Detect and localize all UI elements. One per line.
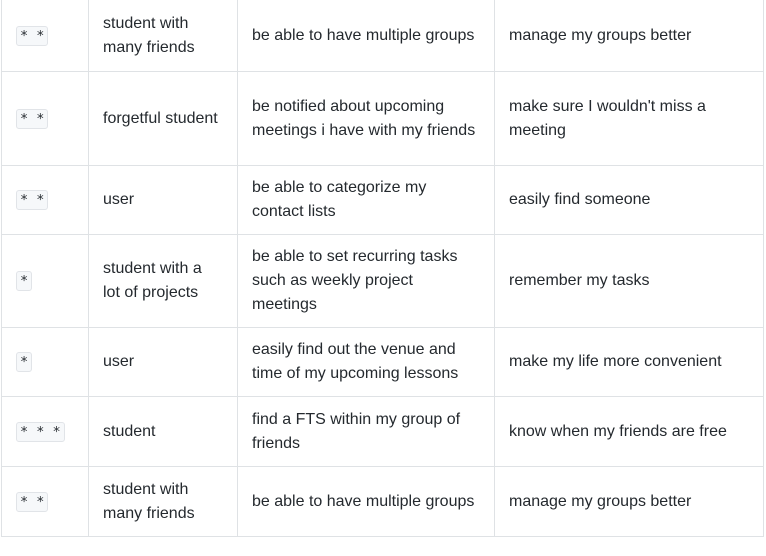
i-want-to-cell: be notified about upcoming meetings i ha… <box>237 71 495 166</box>
table-row: * * student with many friends be able to… <box>1 466 764 537</box>
i-want-to-cell: be able to have multiple groups <box>237 466 495 537</box>
table-row: * * forgetful student be notified about … <box>1 71 764 166</box>
as-a-cell: student with many friends <box>88 466 238 537</box>
i-want-to-cell: easily find out the venue and time of my… <box>237 327 495 397</box>
as-a-cell: user <box>88 327 238 397</box>
i-want-to-cell: be able to have multiple groups <box>237 0 495 72</box>
so-that-cell: make my life more convenient <box>494 327 764 397</box>
i-want-to-cell: be able to categorize my contact lists <box>237 165 495 235</box>
priority-cell: * * <box>1 466 89 537</box>
priority-badge: * * * <box>16 421 65 442</box>
i-want-to-cell: be able to set recurring tasks such as w… <box>237 234 495 328</box>
priority-badge: * * <box>16 491 49 512</box>
priority-cell: * <box>1 327 89 397</box>
so-that-cell: manage my groups better <box>494 0 764 72</box>
priority-badge: * <box>16 271 33 291</box>
user-stories-table: * * student with many friends be able to… <box>1 0 764 537</box>
priority-badge: * * <box>16 25 49 46</box>
so-that-cell: easily find someone <box>494 165 764 235</box>
priority-badge: * * <box>16 108 49 129</box>
priority-cell: * * <box>1 0 89 72</box>
table-row: * * student with many friends be able to… <box>1 0 764 72</box>
table-row: * * user be able to categorize my contac… <box>1 165 764 235</box>
so-that-cell: remember my tasks <box>494 234 764 328</box>
priority-cell: * * * <box>1 396 89 467</box>
table-row: * student with a lot of projects be able… <box>1 234 764 328</box>
so-that-cell: make sure I wouldn't miss a meeting <box>494 71 764 166</box>
as-a-cell: student <box>88 396 238 467</box>
priority-badge: * <box>16 352 33 372</box>
as-a-cell: student with a lot of projects <box>88 234 238 328</box>
table-row: * * * student find a FTS within my group… <box>1 396 764 467</box>
priority-badge: * * <box>16 190 49 210</box>
so-that-cell: manage my groups better <box>494 466 764 537</box>
i-want-to-cell: find a FTS within my group of friends <box>237 396 495 467</box>
as-a-cell: student with many friends <box>88 0 238 72</box>
priority-cell: * <box>1 234 89 328</box>
table-row: * user easily find out the venue and tim… <box>1 327 764 397</box>
so-that-cell: know when my friends are free <box>494 396 764 467</box>
priority-cell: * * <box>1 165 89 235</box>
as-a-cell: forgetful student <box>88 71 238 166</box>
priority-cell: * * <box>1 71 89 166</box>
as-a-cell: user <box>88 165 238 235</box>
